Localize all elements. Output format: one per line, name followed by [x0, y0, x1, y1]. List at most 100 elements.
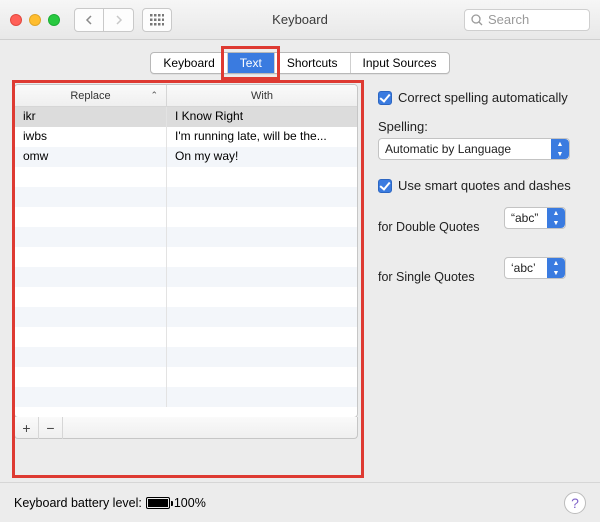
single-quotes-label: for Single Quotes — [378, 270, 496, 284]
cell-replace — [15, 167, 167, 187]
table-row — [15, 327, 357, 347]
col-with[interactable]: With — [167, 85, 357, 106]
tab-shortcuts[interactable]: Shortcuts — [275, 53, 351, 73]
cell-replace — [15, 227, 167, 247]
zoom-window-button[interactable] — [48, 14, 60, 26]
cell-replace — [15, 327, 167, 347]
table-row — [15, 347, 357, 367]
double-quotes-select[interactable]: “abc” ▲▼ — [504, 207, 566, 229]
back-button[interactable] — [74, 8, 104, 32]
table-row — [15, 207, 357, 227]
select-stepper: ▲ ▼ — [551, 139, 569, 159]
double-quotes-row: for Double Quotes “abc” ▲▼ — [378, 207, 586, 247]
smart-quotes-row: Use smart quotes and dashes — [378, 178, 586, 193]
prefs-window: Keyboard Search Keyboard Text Shortcuts … — [0, 0, 600, 522]
minimize-window-button[interactable] — [29, 14, 41, 26]
cell-with: I Know Right — [167, 107, 357, 127]
table-row — [15, 367, 357, 387]
cell-replace: iwbs — [15, 127, 167, 147]
tab-keyboard[interactable]: Keyboard — [151, 53, 227, 73]
table-body: ikrI Know RightiwbsI'm running late, wil… — [15, 107, 357, 417]
cell-replace: omw — [15, 147, 167, 167]
table-row — [15, 247, 357, 267]
replace-table: Replace ⌃ With ikrI Know RightiwbsI'm ru… — [14, 84, 358, 418]
main-row: Replace ⌃ With ikrI Know RightiwbsI'm ru… — [0, 82, 600, 482]
cell-replace — [15, 387, 167, 407]
add-button[interactable]: + — [15, 417, 39, 439]
smart-quotes-label: Use smart quotes and dashes — [398, 178, 571, 193]
close-window-button[interactable] — [10, 14, 22, 26]
table-row[interactable]: iwbsI'm running late, will be the... — [15, 127, 357, 147]
cell-with — [167, 207, 357, 227]
cell-replace — [15, 307, 167, 327]
tab-row: Keyboard Text Shortcuts Input Sources — [0, 40, 600, 82]
help-button[interactable]: ? — [564, 492, 586, 514]
cell-with — [167, 367, 357, 387]
chevron-down-icon: ▼ — [547, 268, 565, 278]
forward-button[interactable] — [104, 8, 134, 32]
table-row — [15, 287, 357, 307]
add-remove-bar: + − — [14, 417, 358, 439]
cell-replace — [15, 347, 167, 367]
single-quotes-row: for Single Quotes ‘abc’ ▲▼ — [378, 257, 586, 297]
battery-percent: 100% — [174, 496, 206, 510]
cell-with — [167, 167, 357, 187]
spelling-label: Spelling: — [378, 119, 586, 134]
sort-caret-icon: ⌃ — [150, 90, 158, 101]
double-quotes-label: for Double Quotes — [378, 220, 496, 234]
correct-spelling-label: Correct spelling automatically — [398, 90, 568, 105]
chevron-left-icon — [85, 15, 93, 25]
col-replace[interactable]: Replace ⌃ — [15, 85, 167, 106]
table-row — [15, 387, 357, 407]
cell-replace — [15, 267, 167, 287]
select-stepper: ▲▼ — [547, 208, 565, 228]
table-row[interactable]: ikrI Know Right — [15, 107, 357, 127]
cell-with — [167, 247, 357, 267]
cell-with — [167, 387, 357, 407]
spelling-value: Automatic by Language — [385, 142, 511, 156]
cell-with — [167, 287, 357, 307]
search-placeholder: Search — [488, 12, 529, 27]
chevron-up-icon: ▲ — [547, 258, 565, 268]
table-row — [15, 307, 357, 327]
chevron-right-icon — [115, 15, 123, 25]
tab-input-sources[interactable]: Input Sources — [351, 53, 449, 73]
chevron-up-icon: ▲ — [547, 208, 565, 218]
grid-icon — [150, 14, 164, 26]
footer: Keyboard battery level: 100% ? — [0, 482, 600, 522]
cell-with — [167, 327, 357, 347]
cell-replace — [15, 247, 167, 267]
smart-quotes-checkbox[interactable] — [378, 179, 392, 193]
table-header: Replace ⌃ With — [15, 85, 357, 107]
cell-replace — [15, 207, 167, 227]
table-row — [15, 227, 357, 247]
table-row — [15, 167, 357, 187]
cell-replace — [15, 367, 167, 387]
chevron-up-icon: ▲ — [551, 139, 569, 149]
search-icon — [471, 14, 483, 26]
battery-icon — [146, 497, 170, 509]
replace-panel: Replace ⌃ With ikrI Know RightiwbsI'm ru… — [14, 82, 362, 476]
single-quotes-value: ‘abc’ — [511, 261, 536, 275]
spelling-select[interactable]: Automatic by Language ▲ ▼ — [378, 138, 570, 160]
select-stepper: ▲▼ — [547, 258, 565, 278]
cell-with: I'm running late, will be the... — [167, 127, 357, 147]
cell-replace — [15, 187, 167, 207]
remove-button[interactable]: − — [39, 417, 63, 439]
cell-replace — [15, 287, 167, 307]
battery-label: Keyboard battery level: — [14, 496, 142, 510]
cell-with — [167, 267, 357, 287]
tab-control: Keyboard Text Shortcuts Input Sources — [150, 52, 449, 74]
window-controls — [10, 14, 60, 26]
cell-with — [167, 347, 357, 367]
cell-with — [167, 227, 357, 247]
nav-buttons — [74, 8, 134, 32]
correct-spelling-checkbox[interactable] — [378, 91, 392, 105]
titlebar: Keyboard Search — [0, 0, 600, 40]
double-quotes-value: “abc” — [511, 211, 538, 225]
table-row[interactable]: omwOn my way! — [15, 147, 357, 167]
tab-text[interactable]: Text — [228, 53, 275, 73]
show-all-button[interactable] — [142, 8, 172, 32]
search-field[interactable]: Search — [464, 9, 590, 31]
single-quotes-select[interactable]: ‘abc’ ▲▼ — [504, 257, 566, 279]
